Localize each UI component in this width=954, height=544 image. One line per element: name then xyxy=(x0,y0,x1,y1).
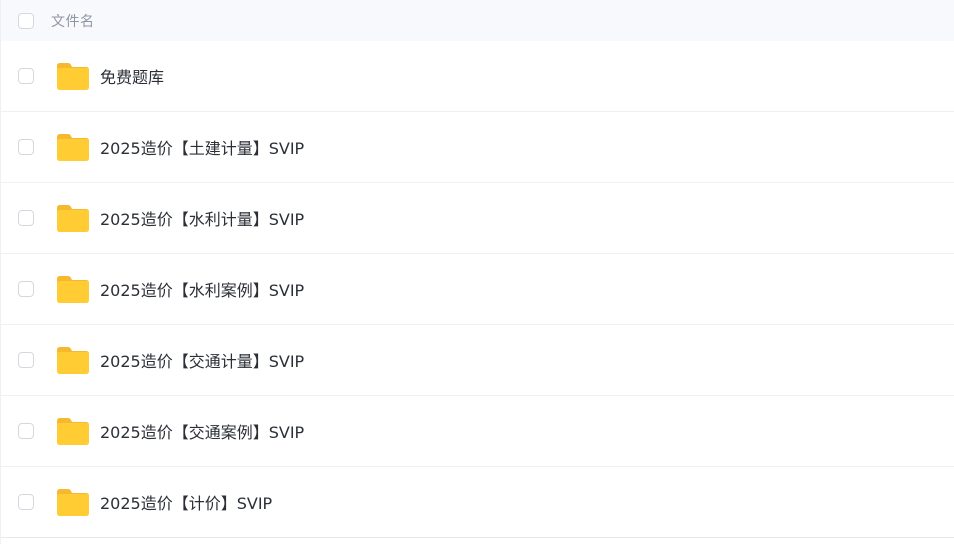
folder-icon xyxy=(57,134,89,161)
row-checkbox[interactable] xyxy=(18,423,34,439)
file-list-header: 文件名 xyxy=(1,0,954,41)
select-all-checkbox[interactable] xyxy=(18,12,34,29)
file-name[interactable]: 免费题库 xyxy=(100,64,164,88)
file-row[interactable]: 2025造价【土建计量】SVIP xyxy=(1,112,954,183)
file-row[interactable]: 免费题库 xyxy=(1,41,954,112)
column-header-filename[interactable]: 文件名 xyxy=(51,11,95,31)
row-checkbox[interactable] xyxy=(18,139,34,155)
folder-icon xyxy=(57,205,89,232)
file-name[interactable]: 2025造价【计价】SVIP xyxy=(100,490,272,514)
folder-icon xyxy=(57,418,89,445)
folder-icon xyxy=(57,276,89,303)
row-checkbox[interactable] xyxy=(18,68,34,84)
row-checkbox[interactable] xyxy=(18,494,34,510)
file-row[interactable]: 2025造价【水利案例】SVIP xyxy=(1,254,954,325)
folder-icon xyxy=(57,63,89,90)
file-name[interactable]: 2025造价【土建计量】SVIP xyxy=(100,135,304,159)
file-row[interactable]: 2025造价【水利计量】SVIP xyxy=(1,183,954,254)
file-name[interactable]: 2025造价【交通案例】SVIP xyxy=(100,419,304,443)
row-checkbox[interactable] xyxy=(18,210,34,226)
file-name[interactable]: 2025造价【交通计量】SVIP xyxy=(100,348,304,372)
file-row[interactable]: 2025造价【计价】SVIP xyxy=(1,467,954,538)
row-checkbox[interactable] xyxy=(18,281,34,297)
file-name[interactable]: 2025造价【水利案例】SVIP xyxy=(100,277,304,301)
file-name[interactable]: 2025造价【水利计量】SVIP xyxy=(100,206,304,230)
file-list: 文件名 免费题库 2025造价【土建计量】SVIP 2025造价【水利计量】SV… xyxy=(0,0,954,544)
file-row[interactable]: 2025造价【交通案例】SVIP xyxy=(1,396,954,467)
folder-icon xyxy=(57,489,89,516)
file-rows: 免费题库 2025造价【土建计量】SVIP 2025造价【水利计量】SVIP 2… xyxy=(1,41,954,538)
file-row[interactable]: 2025造价【交通计量】SVIP xyxy=(1,325,954,396)
folder-icon xyxy=(57,347,89,374)
row-checkbox[interactable] xyxy=(18,352,34,368)
